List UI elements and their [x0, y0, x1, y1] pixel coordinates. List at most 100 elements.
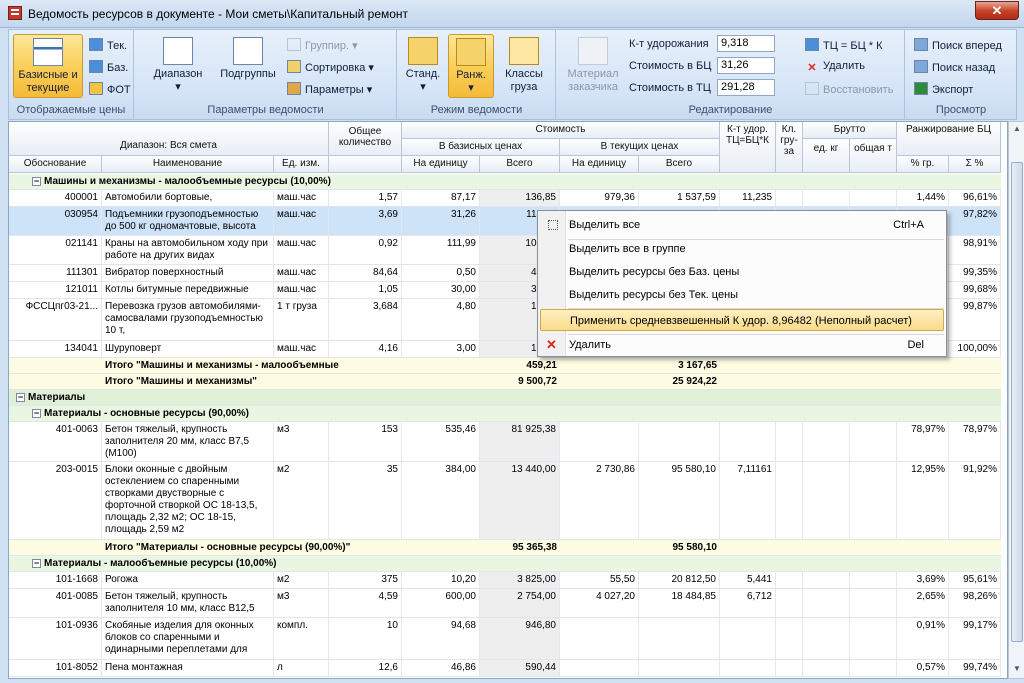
export-button[interactable]: Экспорт — [914, 82, 973, 96]
cell-osn[interactable]: 401-0063 — [9, 422, 102, 461]
cell-bu[interactable]: 94,68 — [402, 618, 480, 659]
cell-sum[interactable]: 78,97% — [949, 422, 1001, 461]
cell-osn[interactable]: 203-0015 — [9, 462, 102, 539]
cell-unit[interactable]: м2 — [274, 572, 329, 588]
cell-bu[interactable]: 535,46 — [402, 422, 480, 461]
classes-button[interactable]: Классы груза — [498, 34, 550, 98]
cell-cu[interactable]: 55,50 — [560, 572, 639, 588]
cell-name[interactable]: Бетон тяжелый, крупность заполнителя 20 … — [102, 422, 274, 461]
k-field[interactable]: 9,318 — [717, 35, 775, 52]
cell-pct[interactable]: 78,97% — [897, 422, 949, 461]
cell-name[interactable]: Перевозка грузов автомобилями-самосвалам… — [102, 299, 274, 340]
cell-name[interactable]: Подъемники грузоподъемностью до 500 кг о… — [102, 207, 274, 235]
cell-sum[interactable]: 99,74% — [949, 660, 1001, 676]
cell-qty[interactable]: 153 — [329, 422, 402, 461]
menu-no-cur[interactable]: Выделить ресурсы без Тек. цены — [540, 284, 944, 306]
cell-osn[interactable]: 400001 — [9, 190, 102, 206]
col-pct[interactable]: % гр. — [897, 156, 949, 173]
resource-row[interactable]: 101-1668 Рогожа м2 375 10,20 3 825,00 55,50 20 … — [9, 572, 1001, 589]
menu-select-group[interactable]: Выделить все в группе — [540, 238, 944, 260]
cell-bu[interactable]: 87,17 — [402, 190, 480, 206]
group-row[interactable]: − Материалы - малообъемные ресурсы (10,00… — [9, 556, 1001, 572]
cell-unit[interactable]: маш.час — [274, 282, 329, 298]
cell-bu[interactable]: 111,99 — [402, 236, 480, 264]
cell-qty[interactable]: 35 — [329, 462, 402, 539]
cell-qty[interactable]: 1,05 — [329, 282, 402, 298]
scroll-thumb[interactable] — [1011, 162, 1023, 642]
resource-row[interactable]: 400001 Автомобили бортовые, маш.час 1,57 87,… — [9, 190, 1001, 207]
cell-qty[interactable]: 4,59 — [329, 589, 402, 617]
cell-qty[interactable]: 3,69 — [329, 207, 402, 235]
formula-button[interactable]: ТЦ = БЦ * К — [805, 38, 883, 52]
cell-osn[interactable]: 401-0085 — [9, 589, 102, 617]
std-button[interactable]: Станд. ▾ — [402, 34, 444, 98]
cell-ct[interactable]: 18 484,85 — [639, 589, 720, 617]
cell-kl[interactable] — [776, 462, 803, 539]
cell-qty[interactable]: 4,16 — [329, 341, 402, 357]
cell-edkg[interactable] — [803, 572, 850, 588]
resource-row[interactable]: 401-0085 Бетон тяжелый, крупность заполни… — [9, 589, 1001, 618]
cell-sum[interactable]: 97,82% — [949, 207, 1001, 235]
group-row[interactable]: − Материалы — [9, 390, 1001, 406]
cell-edkg[interactable] — [803, 618, 850, 659]
restore-button[interactable]: Восстановить — [805, 82, 893, 96]
cell-qty[interactable]: 3,684 — [329, 299, 402, 340]
cell-qty[interactable]: 12,6 — [329, 660, 402, 676]
col-sum[interactable]: Σ % — [949, 156, 1001, 173]
cell-unit[interactable]: л — [274, 660, 329, 676]
cell-unit[interactable]: 1 т груза — [274, 299, 329, 340]
cell-bu[interactable]: 10,20 — [402, 572, 480, 588]
cell-name[interactable]: Автомобили бортовые, — [102, 190, 274, 206]
resource-row[interactable]: 203-0015 Блоки оконные с двойным остеклен… — [9, 462, 1001, 540]
cell-unit[interactable]: маш.час — [274, 341, 329, 357]
cell-cu[interactable]: 979,36 — [560, 190, 639, 206]
vertical-scrollbar[interactable]: ▲ ▼ — [1008, 121, 1024, 679]
bc-field[interactable]: 31,26 — [717, 57, 775, 74]
col-unit[interactable]: Ед. изм. — [274, 156, 329, 173]
cell-bt[interactable]: 946,80 — [480, 618, 560, 659]
col-base-total[interactable]: Всего — [480, 156, 560, 173]
subgroups-button[interactable]: Подгруппы — [217, 34, 279, 98]
params-button[interactable]: Параметры ▾ — [287, 82, 372, 96]
cell-sum[interactable]: 91,92% — [949, 462, 1001, 539]
cell-cu[interactable]: 2 730,86 — [560, 462, 639, 539]
cell-name[interactable]: Скобяные изделия для оконных блоков со с… — [102, 618, 274, 659]
cell-sum[interactable]: 96,61% — [949, 190, 1001, 206]
col-cur-total[interactable]: Всего — [639, 156, 720, 173]
cell-osn[interactable]: 121011 — [9, 282, 102, 298]
cell-edkg[interactable] — [803, 422, 850, 461]
cell-pct[interactable]: 12,95% — [897, 462, 949, 539]
total-row[interactable]: Итого "Машины и механизмы" 9 500,72 25 924… — [9, 374, 1001, 390]
group-row[interactable]: − Материалы - основные ресурсы (90,00%) — [9, 406, 1001, 422]
search-forward-button[interactable]: Поиск вперед — [914, 38, 1002, 52]
col-name[interactable]: Наименование — [102, 156, 274, 173]
cell-kl[interactable] — [776, 190, 803, 206]
range-button[interactable]: Диапазон ▾ — [149, 34, 207, 98]
cell-name[interactable]: Бетон тяжелый, крупность заполнителя 10 … — [102, 589, 274, 617]
cell-kl[interactable] — [776, 572, 803, 588]
cell-osn[interactable]: 030954 — [9, 207, 102, 235]
cell-k[interactable] — [720, 618, 776, 659]
cell-sum[interactable]: 98,26% — [949, 589, 1001, 617]
cell-pct[interactable]: 3,69% — [897, 572, 949, 588]
cell-edkg[interactable] — [803, 462, 850, 539]
cell-k[interactable]: 5,441 — [720, 572, 776, 588]
baz-button[interactable]: Баз. — [89, 60, 128, 74]
cell-k[interactable]: 7,11161 — [720, 462, 776, 539]
cell-kl[interactable] — [776, 422, 803, 461]
cell-osn[interactable]: ФССЦпг03-21... — [9, 299, 102, 340]
cell-bt[interactable]: 136,85 — [480, 190, 560, 206]
cell-bu[interactable]: 3,00 — [402, 341, 480, 357]
cell-name[interactable]: Пена монтажная — [102, 660, 274, 676]
collapse-icon[interactable]: − — [16, 393, 25, 402]
cell-unit[interactable]: маш.час — [274, 236, 329, 264]
delete-ribbon-button[interactable]: ✕ Удалить — [805, 60, 865, 75]
cell-pct[interactable]: 0,57% — [897, 660, 949, 676]
cell-bu[interactable]: 30,00 — [402, 282, 480, 298]
group-button[interactable]: Группир. ▾ — [287, 38, 358, 52]
menu-apply-k[interactable]: Применить средневзвешенный К удор. 8,964… — [540, 309, 944, 331]
cell-name[interactable]: Блоки оконные с двойным остеклением со с… — [102, 462, 274, 539]
cell-obsh[interactable] — [850, 422, 897, 461]
material-button[interactable]: Материал заказчика — [563, 34, 623, 98]
search-back-button[interactable]: Поиск назад — [914, 60, 995, 74]
